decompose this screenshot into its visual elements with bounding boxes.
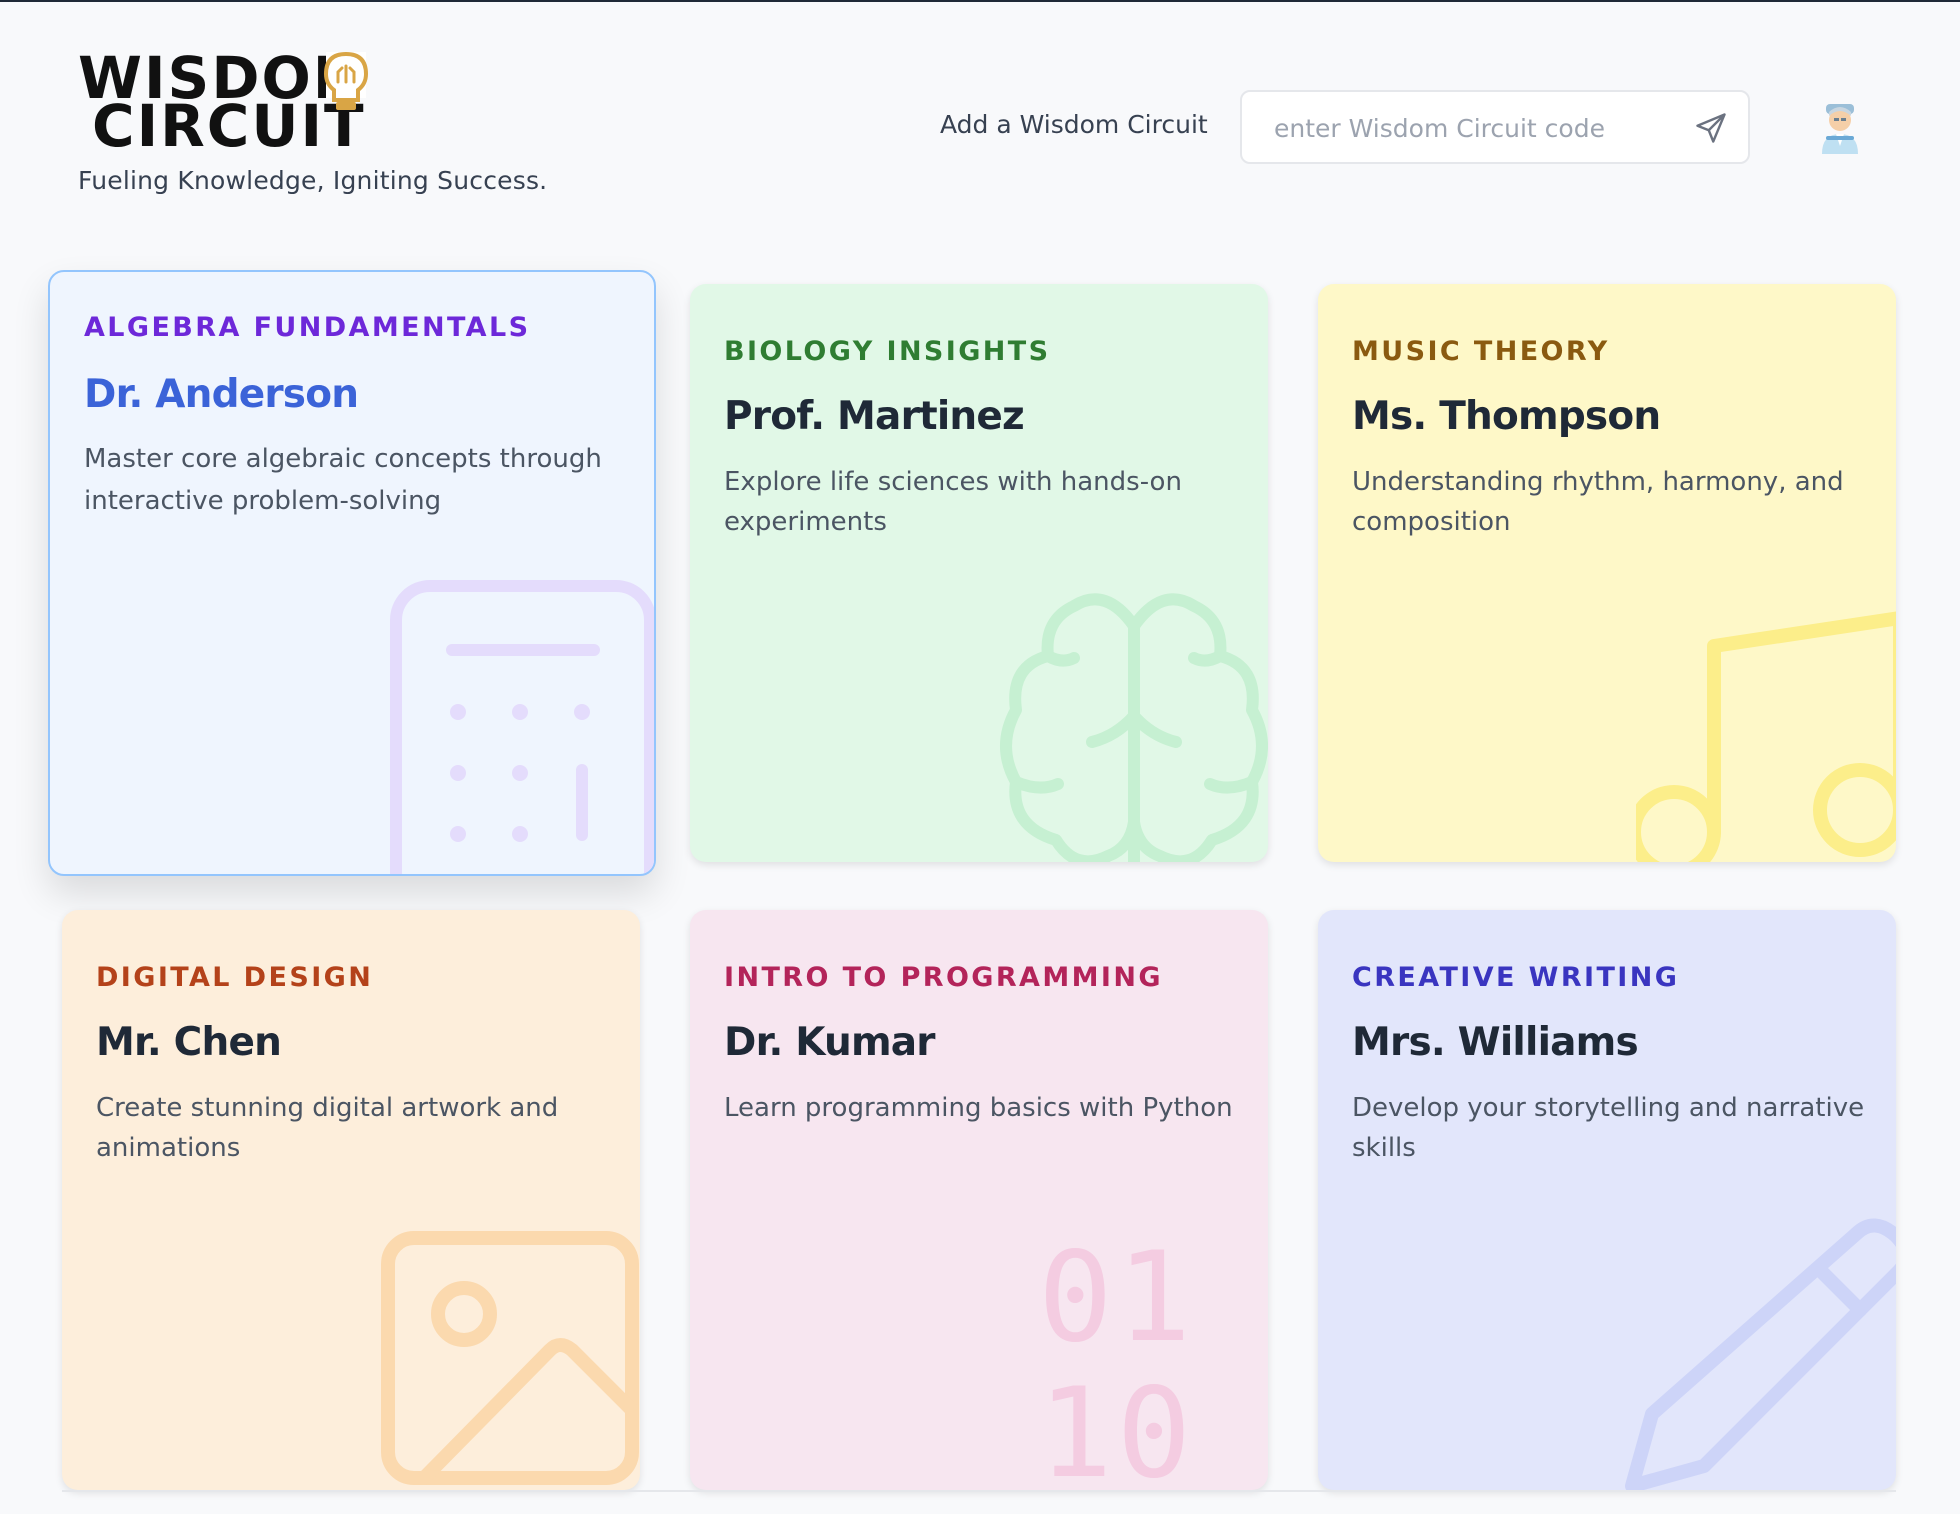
logo-line-2: CIRCUIT <box>92 92 366 152</box>
course-card-programming[interactable]: INTRO TO PROGRAMMING Dr. Kumar Learn pro… <box>690 910 1268 1490</box>
course-description: Explore life sciences with hands-on expe… <box>724 467 1182 537</box>
brain-icon <box>1000 593 1268 862</box>
course-description: Develop your storytelling and narrative … <box>1352 1093 1865 1163</box>
course-subject: CREATIVE WRITING <box>1352 962 1680 993</box>
course-card-music[interactable]: MUSIC THEORY Ms. Thompson Understanding … <box>1318 284 1896 862</box>
course-card-algebra[interactable]: ALGEBRA FUNDAMENTALS Dr. Anderson Master… <box>48 270 656 876</box>
course-description: Master core algebraic concepts through i… <box>84 444 602 516</box>
course-subject: BIOLOGY INSIGHTS <box>724 336 1051 367</box>
course-card-digital-design[interactable]: DIGITAL DESIGN Mr. Chen Create stunning … <box>62 910 640 1490</box>
course-description: Create stunning digital artwork and anim… <box>96 1093 559 1163</box>
course-teacher: Prof. Martinez <box>724 394 1025 439</box>
add-circuit-label: Add a Wisdom Circuit <box>940 110 1208 139</box>
circuit-code-field <box>1240 90 1750 164</box>
music-note-icon <box>1636 611 1896 862</box>
binary-icon: 01 10 <box>1038 1228 1195 1490</box>
send-icon <box>1696 113 1726 143</box>
binary-row-2: 10 <box>1038 1362 1195 1490</box>
course-card-creative-writing[interactable]: CREATIVE WRITING Mrs. Williams Develop y… <box>1318 910 1896 1490</box>
binary-row-1: 01 <box>1038 1228 1195 1370</box>
course-teacher: Ms. Thompson <box>1352 394 1661 439</box>
course-teacher: Dr. Anderson <box>84 372 359 417</box>
tagline: Fueling Knowledge, Igniting Success. <box>78 166 548 195</box>
lightbulb-icon <box>323 51 369 110</box>
course-teacher: Mr. Chen <box>96 1020 282 1065</box>
avatar-icon <box>1822 104 1858 154</box>
bottom-divider <box>62 1490 1896 1492</box>
image-icon <box>381 1231 639 1485</box>
wisdom-circuit-logo[interactable]: WISDOM CIRCUIT <box>78 50 458 152</box>
course-description: Understanding rhythm, harmony, and compo… <box>1352 467 1844 537</box>
course-teacher: Mrs. Williams <box>1352 1020 1639 1065</box>
course-subject: DIGITAL DESIGN <box>96 962 374 993</box>
course-subject: ALGEBRA FUNDAMENTALS <box>84 312 531 343</box>
pencil-icon <box>1625 1218 1896 1490</box>
user-avatar[interactable] <box>1818 102 1862 154</box>
calculator-icon <box>390 580 654 874</box>
course-subject: INTRO TO PROGRAMMING <box>724 962 1163 993</box>
course-teacher: Dr. Kumar <box>724 1020 936 1065</box>
course-description: Learn programming basics with Python <box>724 1093 1233 1123</box>
circuit-code-input[interactable] <box>1272 92 1676 164</box>
send-button[interactable] <box>1692 109 1730 147</box>
course-subject: MUSIC THEORY <box>1352 336 1610 367</box>
course-card-biology[interactable]: BIOLOGY INSIGHTS Prof. Martinez Explore … <box>690 284 1268 862</box>
